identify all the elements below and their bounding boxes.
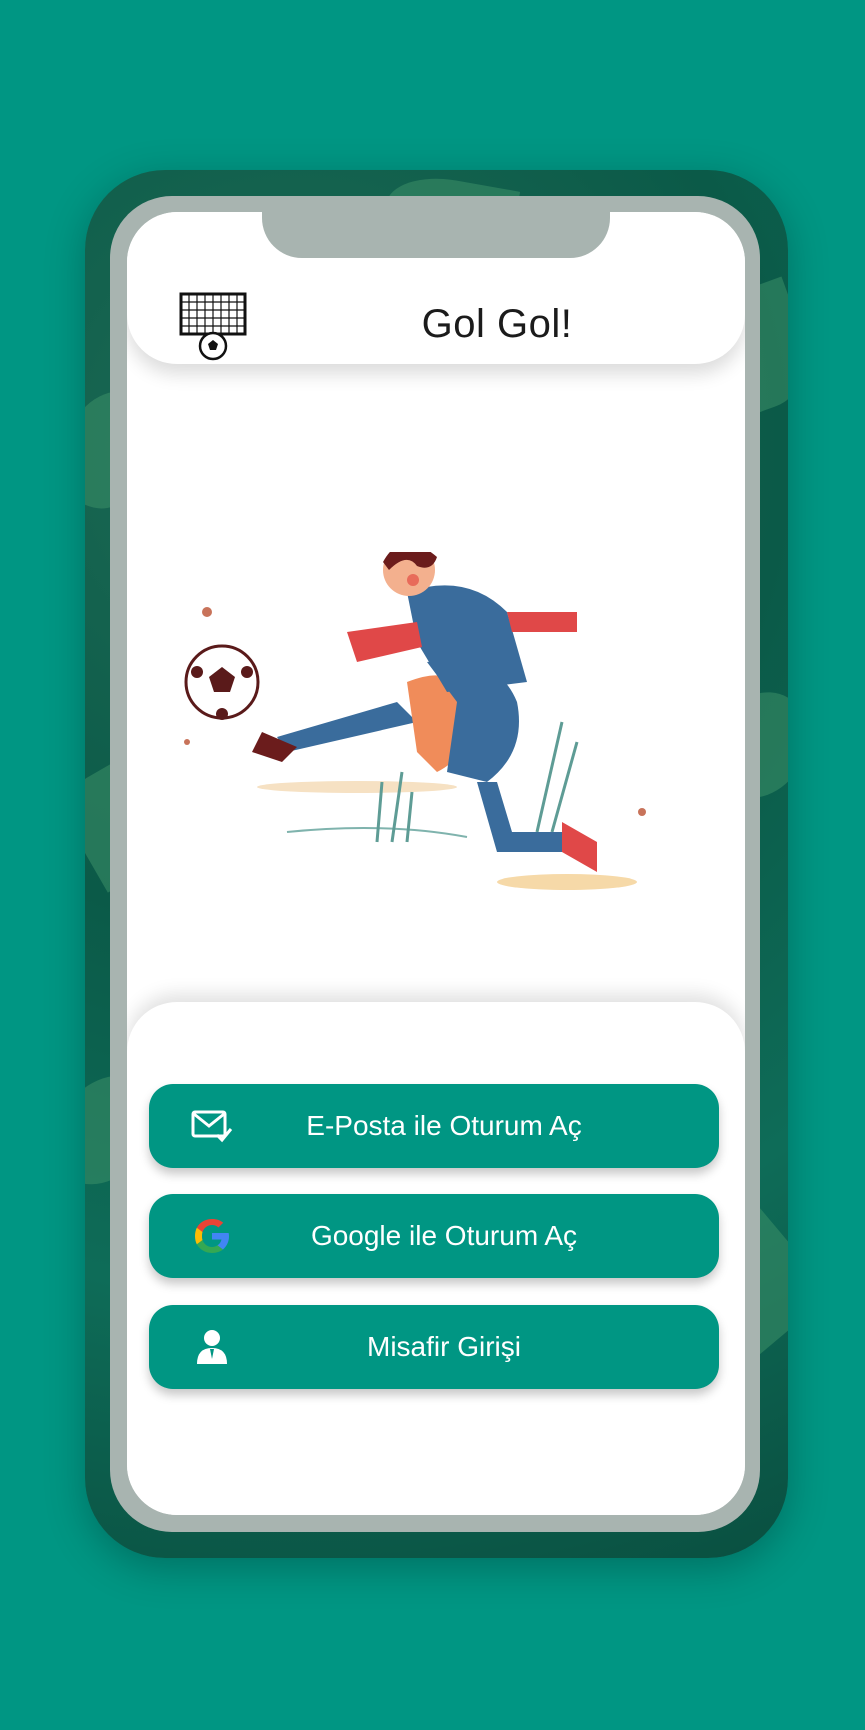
mail-check-icon — [189, 1104, 235, 1148]
soccer-player-illustration — [184, 552, 646, 890]
guest-sign-in-label: Misafir Girişi — [367, 1331, 521, 1362]
google-icon — [189, 1214, 235, 1258]
guest-sign-in-button[interactable]: Misafir Girişi — [149, 1305, 719, 1389]
sign-in-sheet: E-Posta ile Oturum Aç Google ile Oturum … — [127, 1002, 745, 1515]
guest-user-icon — [189, 1325, 235, 1369]
google-sign-in-label: Google ile Oturum Aç — [310, 1220, 578, 1251]
google-sign-in-button[interactable]: Google ile Oturum Aç — [149, 1194, 719, 1278]
app-title: Gol Gol! — [421, 302, 573, 346]
email-sign-in-label: E-Posta ile Oturum Aç — [306, 1110, 582, 1141]
app-screen: Gol Gol! E-Posta ile Oturum Aç Google il… — [127, 212, 745, 1515]
phone-notch — [262, 200, 610, 258]
email-sign-in-button[interactable]: E-Posta ile Oturum Aç — [149, 1084, 719, 1168]
soccer-goal-icon — [179, 292, 247, 361]
